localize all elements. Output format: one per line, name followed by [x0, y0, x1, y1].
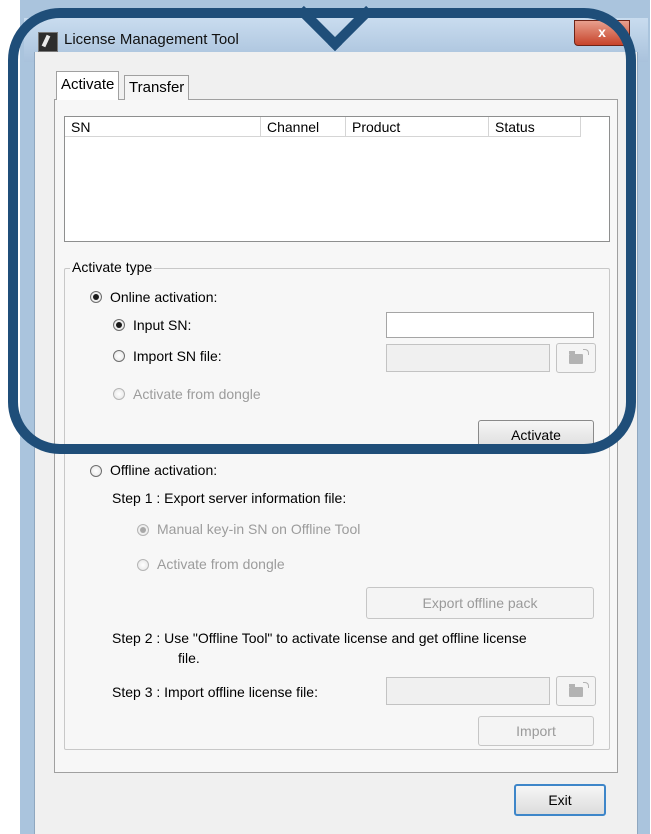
- browse-offline-license-button: [556, 676, 596, 706]
- manual-keyin-label: Manual key-in SN on Offline Tool: [157, 521, 361, 537]
- export-offline-pack-button: Export offline pack: [366, 587, 594, 619]
- step2-label-continued: file.: [178, 650, 200, 666]
- offline-dongle-radio: [137, 559, 149, 571]
- offline-dongle-label: Activate from dongle: [157, 556, 285, 572]
- folder-open-icon: [569, 684, 583, 697]
- offline-activation-label: Offline activation:: [110, 462, 218, 478]
- step3-label: Step 3 : Import offline license file:: [112, 684, 318, 700]
- tab-activate[interactable]: Activate: [56, 71, 120, 100]
- arrow-icon: [583, 682, 589, 688]
- manual-keyin-radio: [137, 524, 149, 536]
- exit-button[interactable]: Exit: [514, 784, 606, 816]
- import-button: Import: [478, 716, 594, 746]
- step2-label: Step 2 : Use "Offline Tool" to activate …: [112, 630, 527, 646]
- offline-license-path-field: [386, 677, 550, 705]
- step1-label: Step 1 : Export server information file:: [112, 490, 347, 506]
- offline-activation-radio[interactable]: [90, 465, 102, 477]
